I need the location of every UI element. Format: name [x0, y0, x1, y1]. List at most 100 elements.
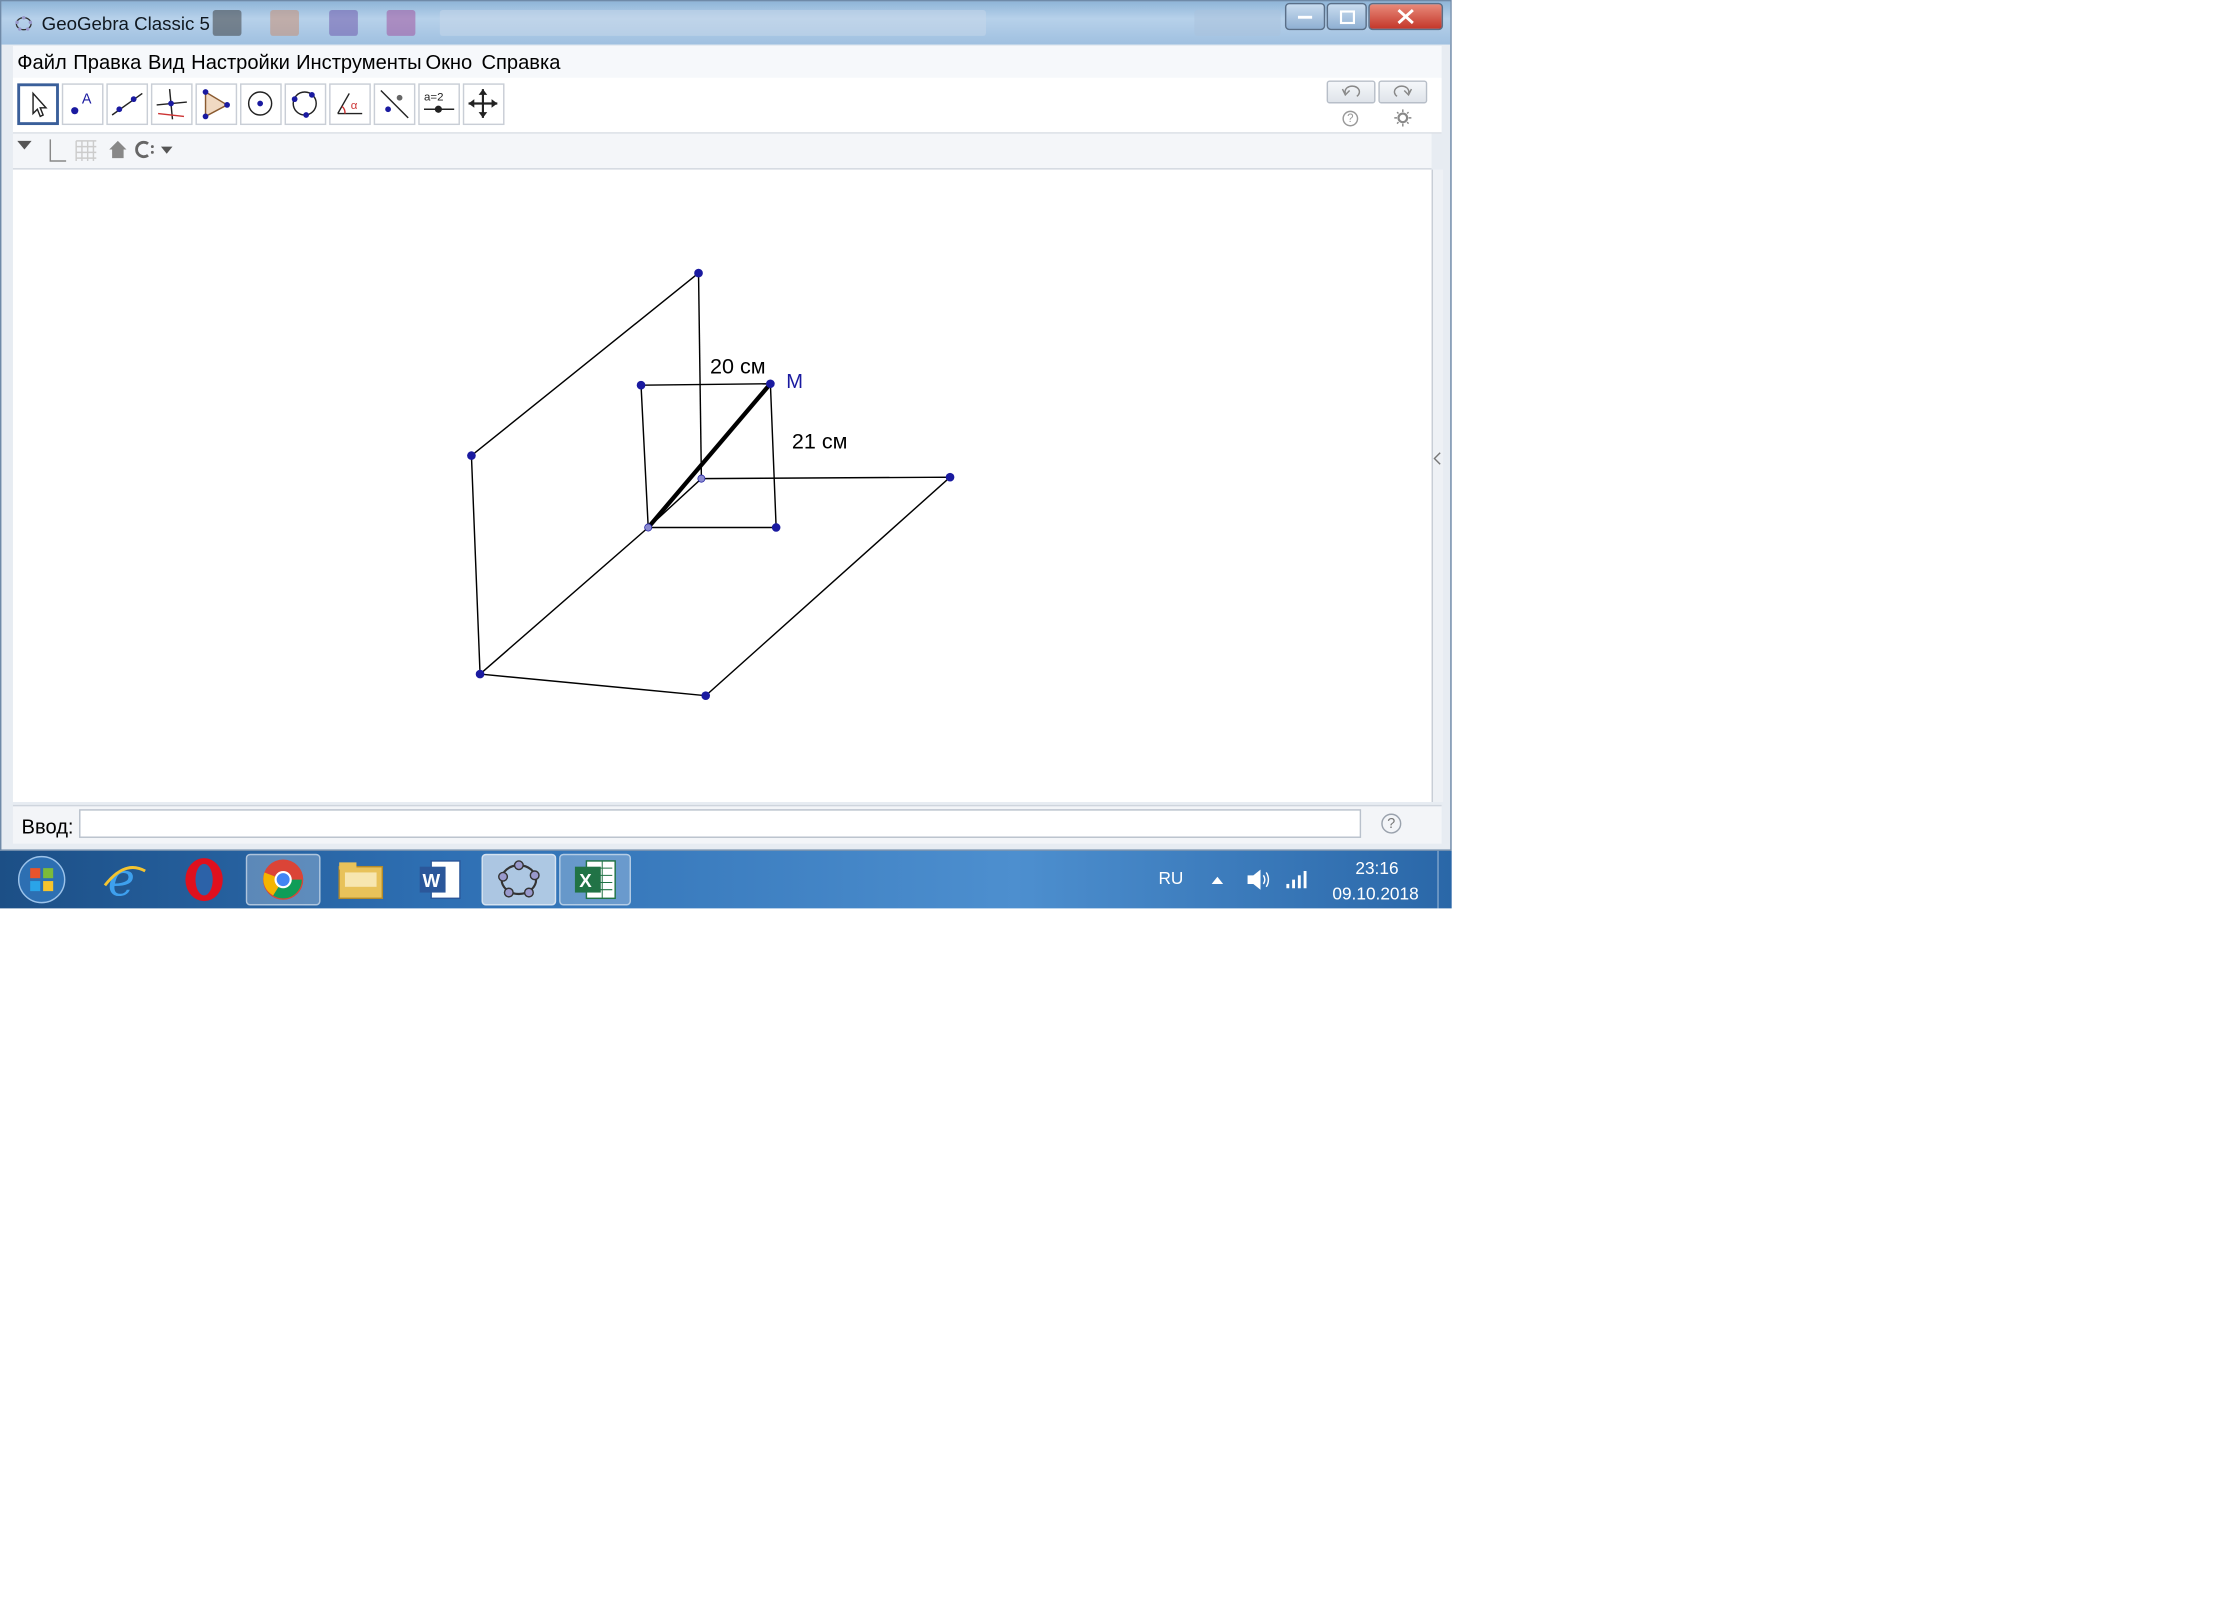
menu-window[interactable]: Окно — [425, 50, 472, 73]
home-view-icon[interactable] — [108, 139, 128, 159]
move-tool-button[interactable] — [17, 83, 59, 126]
move-tool-icon — [32, 91, 48, 118]
settings-gear-icon[interactable] — [1394, 109, 1412, 127]
point-tool-button[interactable]: A — [61, 83, 104, 126]
reflect-tool-button[interactable] — [373, 83, 416, 126]
taskbar-opera[interactable] — [168, 854, 240, 906]
menu-tools[interactable]: Инструменты — [296, 50, 421, 73]
grid-toggle-icon[interactable] — [73, 138, 99, 164]
svg-text:X: X — [579, 870, 592, 891]
polygon-tool-icon — [202, 89, 230, 120]
geometry-drawing: 20 см 21 см M — [467, 268, 955, 700]
taskbar-word[interactable]: W — [404, 854, 476, 906]
windows-taskbar: e W X RU 23:16 09.10.2018 — [0, 850, 1453, 909]
point[interactable] — [475, 669, 485, 679]
input-label: Ввод: — [21, 814, 74, 838]
clock-time[interactable]: 23:16 — [1355, 858, 1398, 878]
show-desktop-button[interactable] — [1437, 850, 1453, 909]
point[interactable] — [467, 451, 476, 460]
toolbar-help-icon[interactable]: ? — [1342, 110, 1359, 127]
close-button[interactable] — [1368, 2, 1444, 31]
perpendicular-tool-icon — [156, 89, 187, 120]
points — [467, 268, 955, 700]
minimize-icon — [1297, 15, 1313, 18]
collapse-handle-icon[interactable] — [1433, 451, 1442, 465]
point-m-label: M — [786, 371, 803, 393]
circle-tool-icon — [247, 91, 273, 116]
point-tool-icon: A — [71, 91, 92, 115]
point[interactable] — [694, 268, 703, 278]
menu-bar: Файл Правка Вид Настройки Инструменты Ок… — [12, 45, 1442, 78]
taskbar-thumb-4 — [386, 10, 416, 36]
point[interactable] — [636, 380, 646, 390]
undo-button[interactable] — [1326, 80, 1376, 104]
taskbar-explorer[interactable] — [325, 854, 397, 906]
slider-tool-icon: a=2 — [424, 92, 455, 113]
move-view-tool-button[interactable] — [462, 83, 505, 126]
label-side-length: 21 см — [792, 428, 848, 453]
language-indicator[interactable]: RU — [1158, 868, 1183, 888]
maximize-button[interactable] — [1326, 2, 1367, 31]
network-signal-icon[interactable] — [1285, 870, 1308, 890]
view-side-bar — [1431, 169, 1444, 803]
style-bar-toggle-icon[interactable] — [17, 139, 32, 150]
circle-tool-button[interactable] — [240, 83, 282, 126]
undo-icon — [1341, 85, 1361, 97]
input-field[interactable] — [79, 809, 1362, 838]
reflect-tool-icon — [380, 90, 409, 119]
segment-to-m — [646, 382, 773, 529]
point[interactable] — [771, 523, 781, 532]
menu-help[interactable]: Справка — [481, 50, 560, 73]
menu-file[interactable]: Файл — [17, 50, 66, 73]
opera-icon — [185, 858, 223, 902]
circle-three-points-tool-button[interactable] — [284, 83, 327, 126]
start-button[interactable] — [6, 854, 78, 906]
menu-view[interactable]: Вид — [148, 50, 184, 73]
point[interactable] — [697, 474, 706, 483]
label-top-length: 20 см — [710, 354, 766, 379]
start-orb-icon — [17, 855, 66, 904]
taskbar-thumb-3 — [329, 10, 358, 36]
blurred-background-strip — [439, 10, 986, 36]
show-hidden-icons-icon[interactable] — [1210, 874, 1224, 885]
redo-button[interactable] — [1378, 80, 1428, 104]
point-capturing-icon[interactable] — [135, 139, 178, 159]
perpendicular-tool-button[interactable] — [150, 83, 193, 126]
clock-date[interactable]: 09.10.2018 — [1332, 884, 1418, 904]
angle-tool-button[interactable]: α — [329, 83, 371, 126]
line-tool-icon — [111, 92, 143, 116]
volume-icon[interactable] — [1245, 868, 1274, 891]
horizontal-plane-outline — [479, 476, 952, 697]
svg-text:W: W — [423, 870, 441, 891]
taskbar-geogebra[interactable] — [481, 853, 557, 906]
word-icon: W — [419, 860, 461, 900]
minimize-button[interactable] — [1284, 2, 1326, 31]
svg-text:α: α — [351, 100, 358, 112]
file-explorer-icon — [338, 862, 384, 900]
svg-text:A: A — [82, 91, 92, 107]
excel-icon: X — [574, 860, 616, 900]
axes-toggle-icon[interactable] — [42, 137, 68, 166]
taskbar-ie[interactable]: e — [89, 854, 161, 906]
restore-icon — [1339, 9, 1355, 24]
taskbar-chrome[interactable] — [245, 853, 321, 906]
point[interactable] — [644, 523, 653, 532]
polygon-tool-button[interactable] — [195, 83, 238, 126]
taskbar-excel[interactable]: X — [559, 853, 631, 906]
redo-icon — [1393, 85, 1413, 97]
point[interactable] — [701, 691, 711, 700]
close-icon — [1397, 8, 1414, 25]
slider-tool-button[interactable]: a=2 — [418, 83, 460, 126]
menu-edit[interactable]: Правка — [73, 50, 141, 73]
input-help-icon[interactable]: ? — [1381, 813, 1402, 834]
point[interactable] — [945, 472, 955, 482]
move-view-tool-icon — [468, 89, 498, 118]
title-bar[interactable]: GeoGebra Classic 5 — [1, 1, 1451, 45]
geogebra-logo-icon — [15, 15, 33, 31]
menu-settings[interactable]: Настройки — [191, 50, 290, 73]
point-m[interactable] — [766, 379, 775, 389]
taskbar-thumb-1 — [212, 10, 242, 36]
graphics-view[interactable]: 20 см 21 см M — [12, 169, 1432, 803]
line-tool-button[interactable] — [106, 83, 149, 126]
vertical-plane-edge — [697, 273, 703, 479]
